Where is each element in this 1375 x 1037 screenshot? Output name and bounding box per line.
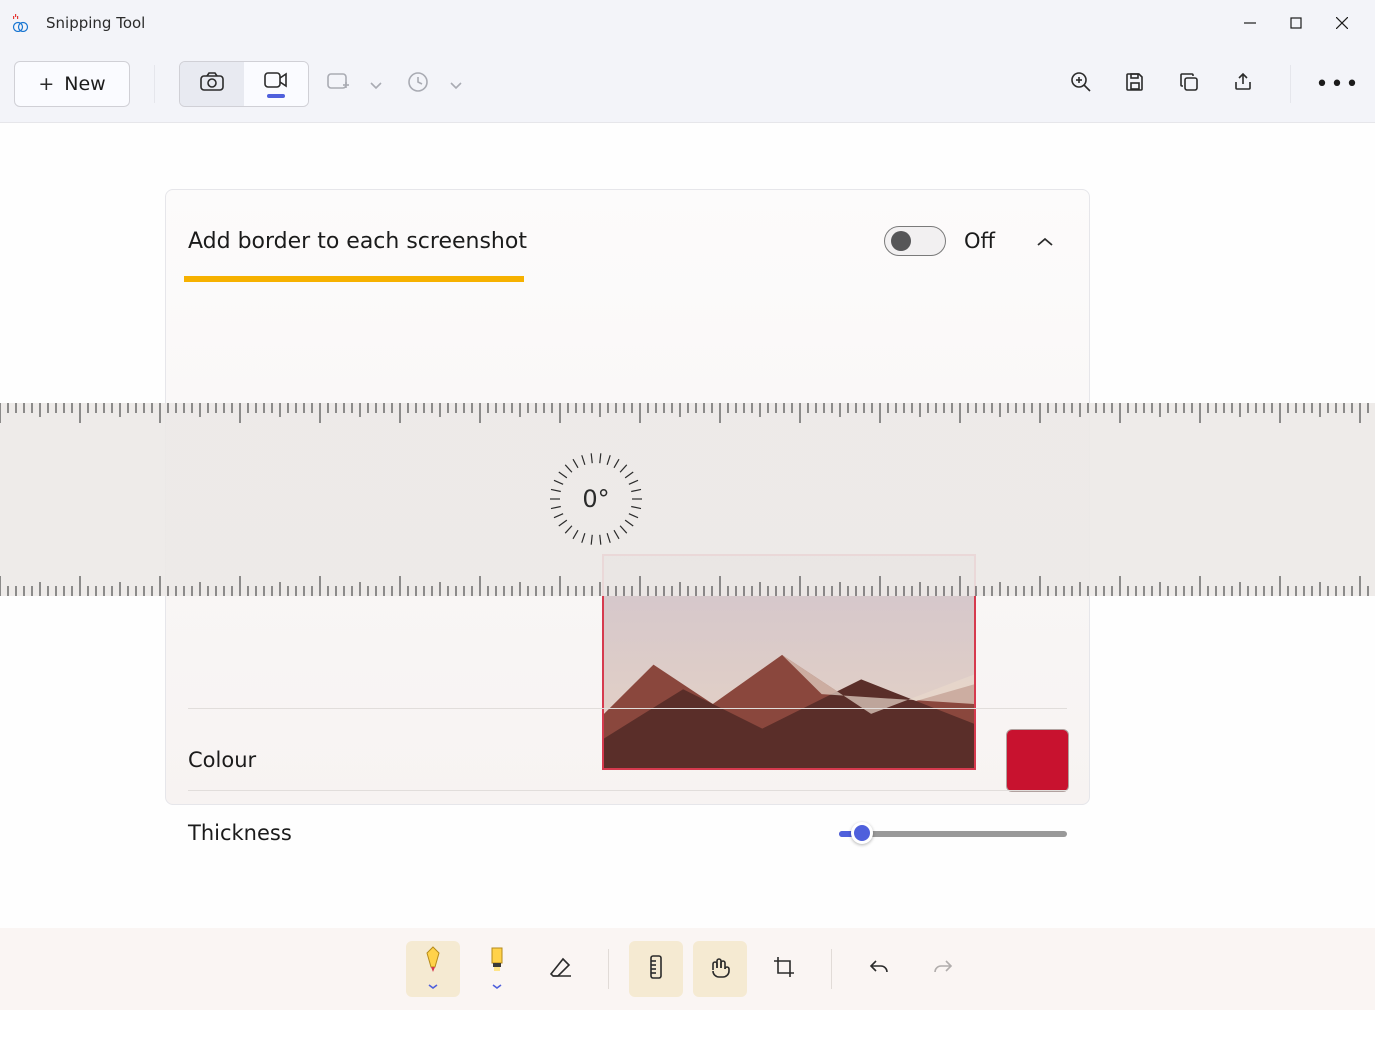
border-toggle[interactable] xyxy=(884,226,946,256)
more-button[interactable]: ••• xyxy=(1315,62,1361,106)
ruler-tool[interactable] xyxy=(629,941,683,997)
share-icon xyxy=(1232,71,1254,97)
redo-icon xyxy=(932,957,954,981)
thickness-label: Thickness xyxy=(188,821,292,845)
window-title: Snipping Tool xyxy=(46,14,145,32)
new-button-label: New xyxy=(64,73,105,95)
camera-icon xyxy=(199,71,225,97)
mode-segmented xyxy=(179,61,309,107)
thickness-row: Thickness xyxy=(188,805,1067,861)
chevron-down-icon xyxy=(370,75,382,94)
collapse-button[interactable] xyxy=(1031,227,1059,255)
chevron-down-icon xyxy=(428,975,438,994)
undo-button[interactable] xyxy=(852,941,906,997)
separator xyxy=(1290,65,1291,103)
zoom-icon xyxy=(1070,71,1092,97)
copy-icon xyxy=(1178,71,1200,97)
video-icon xyxy=(263,70,289,94)
crop-icon xyxy=(772,955,796,983)
chevron-down-icon xyxy=(450,75,462,94)
snip-shape-dropdown[interactable] xyxy=(317,62,389,106)
rectangle-plus-icon xyxy=(326,71,350,97)
highlighter-icon xyxy=(487,945,507,977)
maximize-button[interactable] xyxy=(1273,3,1319,43)
mode-indicator xyxy=(267,94,285,98)
clock-icon xyxy=(407,71,429,97)
plus-icon: + xyxy=(38,73,54,95)
separator xyxy=(154,65,155,103)
eraser-icon xyxy=(549,956,573,982)
pen-icon xyxy=(423,945,443,977)
undo-icon xyxy=(868,957,890,981)
pen-tool[interactable] xyxy=(406,941,460,997)
ruler-icon xyxy=(649,954,663,984)
titlebar: Snipping Tool xyxy=(0,0,1375,46)
separator xyxy=(831,949,832,989)
edit-toolbar xyxy=(0,928,1375,1010)
record-mode-button[interactable] xyxy=(244,62,308,106)
eraser-tool[interactable] xyxy=(534,941,588,997)
snip-mode-button[interactable] xyxy=(180,62,244,106)
save-icon xyxy=(1124,71,1146,97)
redo-button[interactable] xyxy=(916,941,970,997)
thickness-slider[interactable] xyxy=(839,822,1067,844)
app-icon xyxy=(10,13,30,33)
chevron-down-icon xyxy=(492,975,502,994)
crop-tool[interactable] xyxy=(757,941,811,997)
toolbar: + New ••• xyxy=(0,46,1375,123)
close-button[interactable] xyxy=(1319,3,1365,43)
highlighter-tool[interactable] xyxy=(470,941,524,997)
colour-label: Colour xyxy=(188,748,256,772)
zoom-button[interactable] xyxy=(1058,62,1104,106)
touch-writing-tool[interactable] xyxy=(693,941,747,997)
save-button[interactable] xyxy=(1112,62,1158,106)
delay-dropdown[interactable] xyxy=(397,62,469,106)
minimize-button[interactable] xyxy=(1227,3,1273,43)
colour-swatch[interactable] xyxy=(1006,729,1069,792)
border-toggle-state: Off xyxy=(964,229,995,253)
share-button[interactable] xyxy=(1220,62,1266,106)
hand-draw-icon xyxy=(708,956,732,982)
colour-row[interactable]: Colour xyxy=(188,728,1069,792)
more-icon: ••• xyxy=(1316,72,1361,97)
canvas: Add border to each screenshot Off Colour… xyxy=(0,123,1375,928)
border-setting-label: Add border to each screenshot xyxy=(188,229,527,254)
new-button[interactable]: + New xyxy=(14,61,130,107)
separator xyxy=(608,949,609,989)
chevron-up-icon xyxy=(1037,232,1053,251)
copy-button[interactable] xyxy=(1166,62,1212,106)
highlighter-stroke xyxy=(184,276,524,282)
